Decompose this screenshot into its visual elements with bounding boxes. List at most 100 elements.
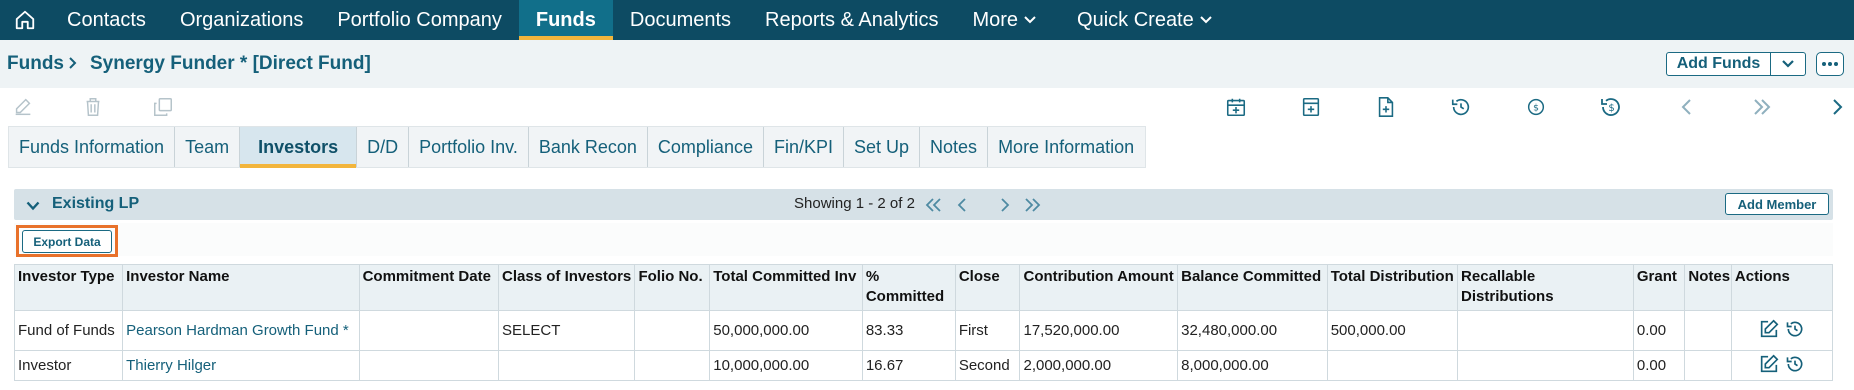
tab-team[interactable]: Team: [175, 127, 241, 167]
home-icon[interactable]: [0, 0, 50, 40]
breadcrumb-funds-link[interactable]: Funds: [7, 53, 64, 75]
top-nav: Contacts Organizations Portfolio Company…: [0, 0, 1854, 40]
nav-documents[interactable]: Documents: [613, 0, 748, 40]
table-row: Investor Thierry Hilger 10,000,000.00 16…: [13, 350, 1834, 381]
cell-contribution-amount: 17,520,000.00: [1019, 310, 1179, 351]
column-header[interactable]: Contribution Amount: [1019, 264, 1179, 311]
add-funds-button[interactable]: Add Funds: [1667, 53, 1771, 75]
tab-investors[interactable]: Investors: [240, 127, 358, 168]
cell-commitment-date: [358, 350, 500, 381]
row-actions: [1735, 353, 1829, 379]
export-bar: [14, 223, 1833, 256]
cell-contribution-amount: 2,000,000.00: [1019, 350, 1179, 381]
coin-history-icon[interactable]: $: [1598, 94, 1624, 120]
nav-label: More: [972, 8, 1019, 31]
table-row: Fund of Funds Pearson Hardman Growth Fun…: [13, 310, 1834, 351]
double-chevron-right-icon[interactable]: [1749, 94, 1775, 120]
cell-folio-no: [634, 310, 711, 351]
column-header[interactable]: Folio No.: [634, 264, 711, 311]
column-header[interactable]: Investor Type: [13, 264, 124, 311]
nav-label: Funds: [535, 8, 596, 31]
nav-portfolio-company[interactable]: Portfolio Company: [320, 0, 519, 40]
nav-more[interactable]: More: [955, 0, 1060, 40]
column-header[interactable]: % Committed: [861, 264, 956, 311]
tab-label: Set Up: [854, 136, 910, 157]
cell-total-distribution: 500,000.00: [1326, 310, 1459, 351]
column-header[interactable]: Investor Name: [122, 264, 360, 311]
cell-total-committed-inv: 10,000,000.00: [709, 350, 863, 381]
nav-contacts[interactable]: Contacts: [50, 0, 163, 40]
tab-fin-kpi[interactable]: Fin/KPI: [764, 127, 844, 167]
tab-label: Bank Recon: [538, 136, 637, 157]
nav-label: Contacts: [67, 8, 146, 31]
nav-organizations[interactable]: Organizations: [163, 0, 320, 40]
ledger-icon[interactable]: [1298, 94, 1324, 120]
cell-notes: [1684, 350, 1732, 381]
more-options-button[interactable]: [1816, 52, 1844, 76]
column-header[interactable]: Total Distribution: [1326, 264, 1459, 311]
cell-pct-committed: 83.33: [861, 310, 956, 351]
nav-funds[interactable]: Funds: [518, 0, 613, 40]
cell-close: Second: [954, 350, 1021, 381]
cell-investor-type: Fund of Funds: [13, 310, 124, 351]
tab-compliance[interactable]: Compliance: [648, 127, 764, 167]
column-header[interactable]: Commitment Date: [358, 264, 500, 311]
tab-more-information[interactable]: More Information: [988, 127, 1144, 167]
column-header[interactable]: Grant: [1632, 264, 1686, 311]
investor-name-link[interactable]: Pearson Hardman Growth Fund *: [126, 322, 349, 339]
calendar-plus-icon[interactable]: [1223, 94, 1249, 120]
prev-page-icon[interactable]: [952, 195, 972, 215]
last-page-icon[interactable]: [1022, 195, 1042, 215]
nav-label: Organizations: [179, 8, 304, 31]
paging-status: Showing 1 - 2 of 2: [794, 195, 915, 212]
tab-bank-recon[interactable]: Bank Recon: [529, 127, 648, 167]
column-header[interactable]: Total Committed Inv: [709, 264, 863, 311]
breadcrumb: Funds Synergy Funder * [Direct Fund]: [0, 40, 1854, 88]
column-header[interactable]: Notes: [1684, 264, 1732, 311]
column-header[interactable]: Close: [954, 264, 1021, 311]
investor-name-link[interactable]: Thierry Hilger: [126, 357, 216, 374]
add-member-button[interactable]: Add Member: [1725, 193, 1829, 215]
next-page-icon[interactable]: [995, 195, 1015, 215]
coin-icon[interactable]: $: [1523, 94, 1549, 120]
tab-notes[interactable]: Notes: [920, 127, 989, 167]
column-header[interactable]: Balance Committed: [1177, 264, 1328, 311]
tab-label: Portfolio Inv.: [419, 136, 518, 157]
nav-label: Portfolio Company: [337, 8, 502, 31]
chevron-right-icon[interactable]: [1824, 94, 1850, 120]
history-icon[interactable]: [1785, 354, 1805, 378]
export-data-button[interactable]: Export Data: [22, 230, 112, 253]
tab-portfolio-inv[interactable]: Portfolio Inv.: [409, 127, 529, 167]
copy-icon[interactable]: [150, 94, 176, 120]
column-header[interactable]: Class of Investors: [498, 264, 636, 311]
cell-total-committed-inv: 50,000,000.00: [709, 310, 863, 351]
existing-lp-section-header[interactable]: Existing LP Showing 1 - 2 of 2 Add Membe…: [14, 189, 1833, 220]
cell-grant: 0.00: [1632, 310, 1686, 351]
history-icon[interactable]: [1785, 319, 1805, 343]
edit-icon[interactable]: [10, 94, 36, 120]
cell-balance-committed: 8,000,000.00: [1177, 350, 1328, 381]
page-title: Synergy Funder * [Direct Fund]: [90, 53, 371, 74]
nav-quick-create[interactable]: Quick Create: [1060, 0, 1229, 40]
nav-label: Quick Create: [1077, 8, 1194, 31]
edit-icon[interactable]: [1758, 353, 1780, 379]
trash-icon[interactable]: [80, 94, 106, 120]
file-plus-icon[interactable]: [1373, 94, 1399, 120]
tab-set-up[interactable]: Set Up: [844, 127, 921, 167]
cell-recallable-distributions: [1457, 350, 1634, 381]
edit-icon[interactable]: [1758, 318, 1780, 344]
history-icon[interactable]: [1448, 94, 1474, 120]
chevron-down-icon: [1024, 16, 1036, 24]
tab-funds-information[interactable]: Funds Information: [9, 127, 176, 167]
chevron-left-icon[interactable]: [1674, 94, 1700, 120]
cell-grant: 0.00: [1632, 350, 1686, 381]
chevron-down-icon[interactable]: [26, 198, 40, 216]
first-page-icon[interactable]: [924, 195, 944, 215]
add-funds-dropdown-button[interactable]: [1771, 53, 1805, 75]
cell-balance-committed: 32,480,000.00: [1177, 310, 1328, 351]
nav-reports-analytics[interactable]: Reports & Analytics: [748, 0, 955, 40]
section-title: Existing LP: [52, 195, 140, 212]
tab-dd[interactable]: D/D: [357, 127, 410, 167]
column-header[interactable]: Recallable Distributions: [1457, 264, 1634, 311]
tab-label: Team: [185, 136, 230, 157]
